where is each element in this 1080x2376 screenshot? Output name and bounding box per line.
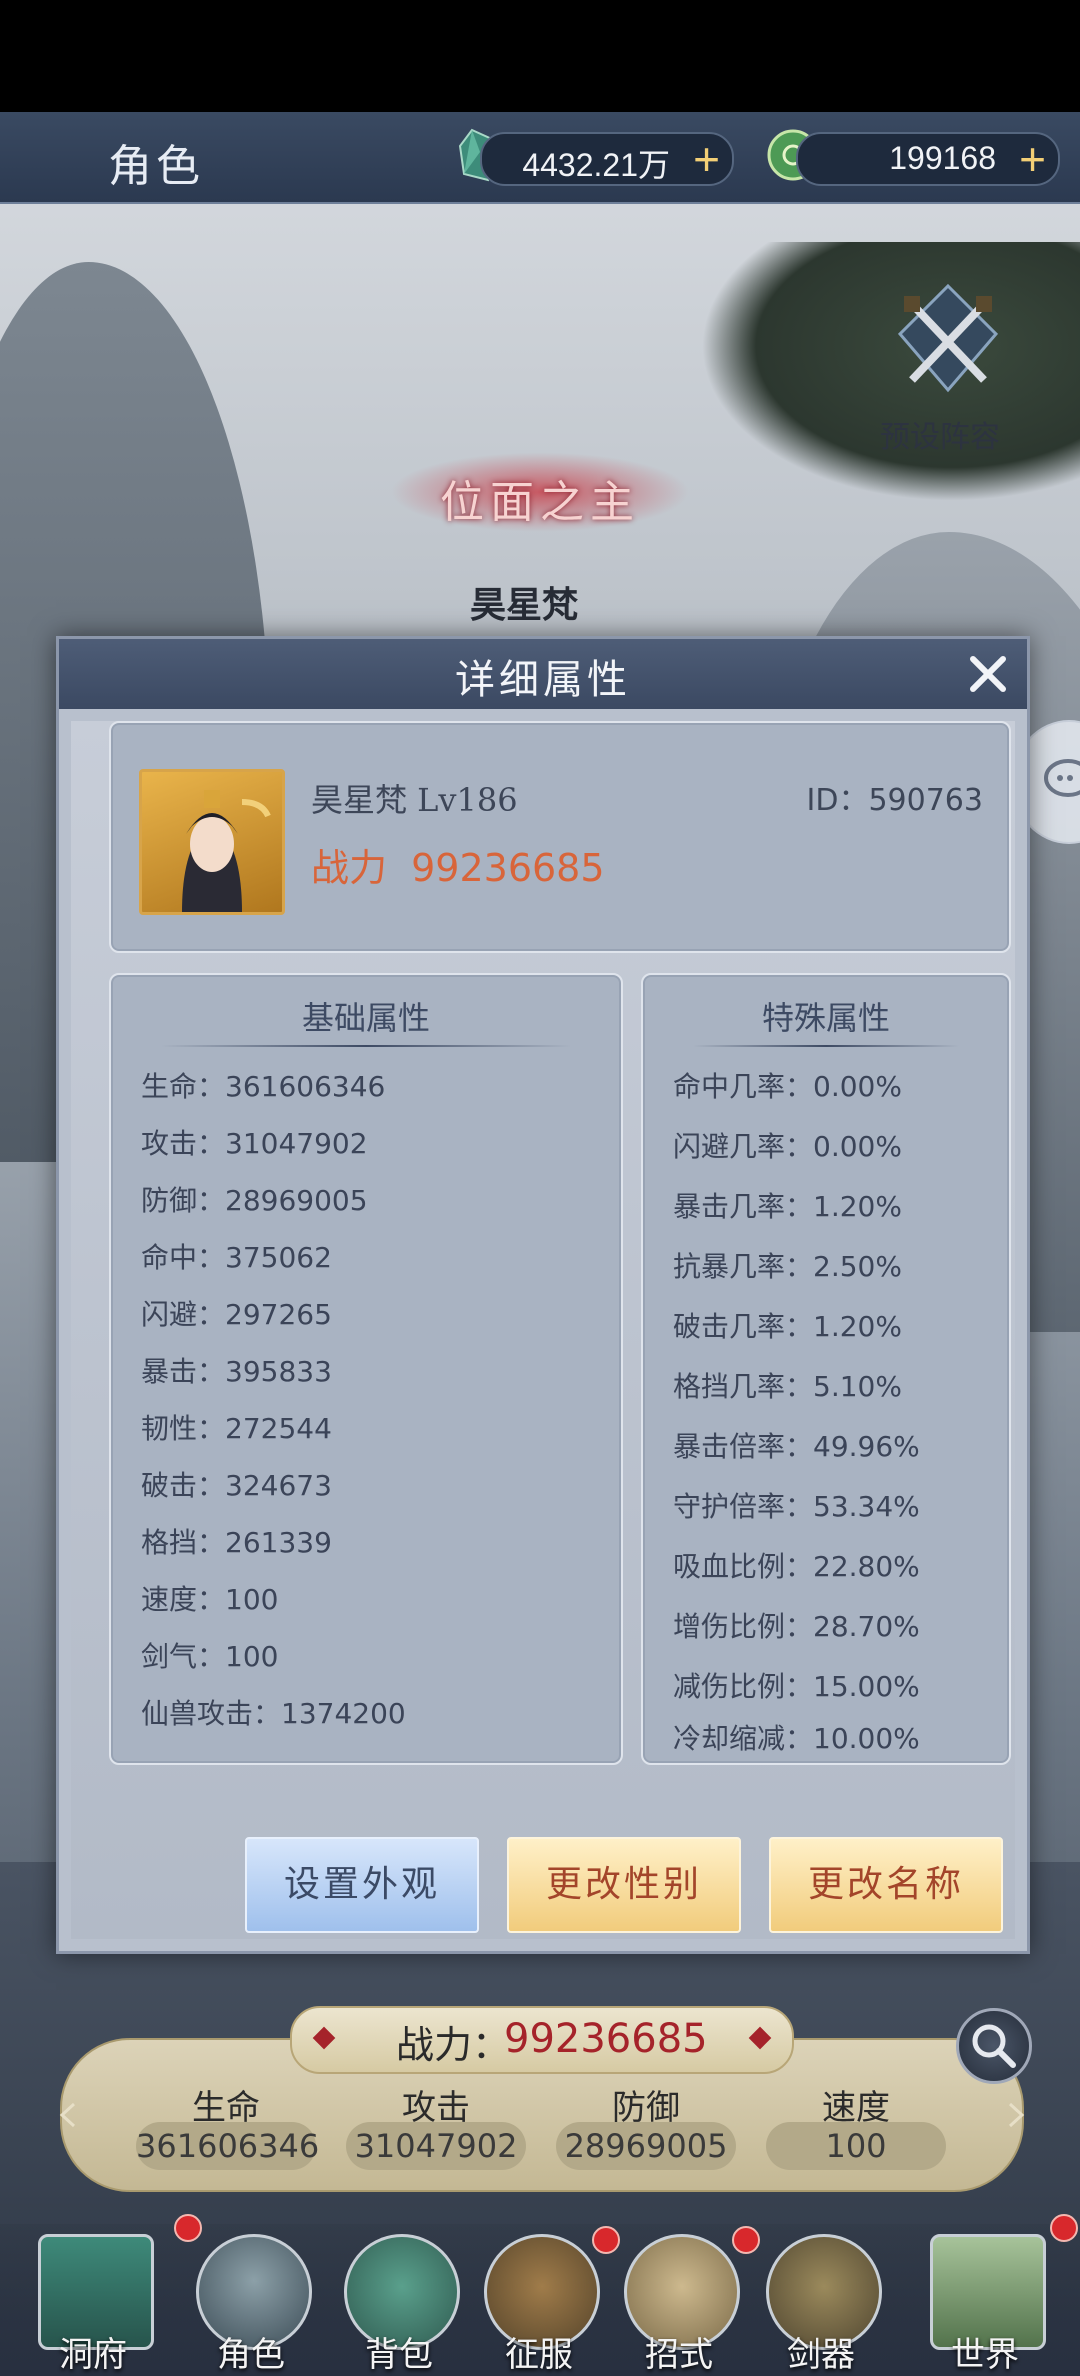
character-name: 昊星梵 — [470, 584, 579, 626]
modal-title: 详细属性 — [455, 657, 631, 703]
character-id: ID：590763 — [806, 783, 983, 818]
preset-lineup-label[interactable]: 预设阵容 — [880, 412, 1000, 456]
bottom-power-banner: 战力： 99236685 — [290, 2006, 794, 2074]
stat-row: 速度：100 — [141, 1583, 279, 1616]
stat-row: 减伤比例：15.00% — [673, 1670, 920, 1703]
set-appearance-button[interactable]: 设置外观 — [245, 1837, 479, 1933]
character-name-level: 昊星梵 Lv186 — [311, 781, 518, 819]
stat-row: 增伤比例：28.70% — [673, 1610, 920, 1643]
modal-header: 详细属性 — [59, 639, 1027, 709]
nav-item-world[interactable]: 世界 — [920, 2228, 1050, 2376]
top-bar: 角色 4432.21万 + 199168 + — [0, 112, 1080, 204]
currency2-pill: 199168 + — [796, 132, 1060, 186]
diamond-ornament — [312, 2026, 336, 2050]
magnifier-icon — [972, 2024, 1016, 2068]
stat-row: 防御：28969005 — [141, 1184, 368, 1217]
currency1-value: 4432.21万 — [522, 147, 670, 183]
stat-row: 吸血比例：22.80% — [673, 1550, 920, 1583]
notification-dot — [174, 2214, 202, 2242]
nav-label: 招式 — [645, 2335, 713, 2375]
page-title: 角色 — [108, 141, 204, 192]
chevron-left-icon[interactable] — [58, 2100, 78, 2130]
nav-label: 背包 — [365, 2335, 433, 2375]
currency1-add-button[interactable]: + — [693, 132, 720, 186]
stat-row: 生命：361606346 — [141, 1070, 386, 1103]
rank-title: 位面之主 — [440, 477, 640, 528]
character-power: 战力 99236685 — [311, 837, 605, 892]
basic-attributes-panel: 基础属性 生命：361606346 攻击：31047902 防御：2896900… — [109, 973, 623, 1765]
change-gender-button[interactable]: 更改性别 — [507, 1837, 741, 1933]
avatar — [139, 769, 285, 915]
bottom-stat-value: 361606346 — [136, 2122, 319, 2170]
character-info-panel: 昊星梵 Lv186 ID：590763 战力 99236685 — [109, 721, 1011, 953]
stat-row: 暴击几率：1.20% — [673, 1190, 902, 1223]
bottom-stat-value: 100 — [766, 2122, 946, 2170]
stat-row: 暴击倍率：49.96% — [673, 1430, 920, 1463]
stat-row: 韧性：272544 — [141, 1412, 332, 1445]
stat-row: 命中：375062 — [141, 1241, 332, 1274]
bottom-stat-value: 31047902 — [346, 2122, 526, 2170]
currency1-pill: 4432.21万 + — [480, 132, 734, 186]
nav-item-weapons[interactable]: 剑器 — [756, 2228, 886, 2376]
nav-label: 角色 — [217, 2335, 285, 2375]
stat-row: 破击几率：1.20% — [673, 1310, 902, 1343]
header-divider — [161, 1045, 571, 1047]
stat-row: 仙兽攻击：1374200 — [141, 1697, 406, 1730]
nav-label: 世界 — [951, 2335, 1019, 2375]
stat-row: 抗暴几率：2.50% — [673, 1250, 902, 1283]
modal-body: 昊星梵 Lv186 ID：590763 战力 99236685 基础属性 生命：… — [71, 721, 1015, 1939]
chat-icon — [1044, 759, 1080, 797]
stat-row: 闪避几率：0.00% — [673, 1130, 902, 1163]
change-name-button[interactable]: 更改名称 — [769, 1837, 1003, 1933]
bottom-stat-value: 28969005 — [556, 2122, 736, 2170]
bottom-power-label: 战力： — [396, 2023, 511, 2067]
special-attributes-panel: 特殊属性 命中几率：0.00% 闪避几率：0.00% 暴击几率：1.20% 抗暴… — [641, 973, 1011, 1765]
currency2-value: 199168 — [889, 140, 996, 176]
stat-row: 攻击：31047902 — [141, 1127, 368, 1160]
stat-row: 守护倍率：53.34% — [673, 1490, 920, 1523]
stat-row: 破击：324673 — [141, 1469, 332, 1502]
stat-row: 格挡几率：5.10% — [673, 1370, 902, 1403]
close-icon[interactable] — [963, 649, 1013, 699]
nav-label: 洞府 — [59, 2335, 127, 2375]
notification-dot — [732, 2226, 760, 2254]
special-attributes-header: 特殊属性 — [761, 999, 890, 1037]
character-portrait — [182, 790, 271, 912]
nav-label: 征服 — [505, 2335, 573, 2375]
nav-item-character[interactable]: 角色 — [186, 2228, 316, 2376]
crossed-swords-icon[interactable] — [888, 280, 1008, 400]
notification-dot — [592, 2226, 620, 2254]
stat-row: 冷却缩减：10.00% — [673, 1722, 920, 1755]
stat-row: 暴击：395833 — [141, 1355, 332, 1388]
stat-row: 闪避：297265 — [141, 1298, 332, 1331]
stat-row: 命中几率：0.00% — [673, 1070, 902, 1103]
nav-item-conquer[interactable]: 征服 — [474, 2228, 604, 2376]
nav-item-cave[interactable]: 洞府 — [28, 2228, 158, 2376]
currency2-add-button[interactable]: + — [1019, 132, 1046, 186]
notification-dot — [1050, 2214, 1078, 2242]
diamond-ornament — [748, 2026, 772, 2050]
bottom-power-value: 99236685 — [504, 2016, 708, 2062]
stat-row: 剑气：100 — [141, 1640, 279, 1673]
header-divider — [693, 1045, 959, 1047]
basic-attributes-header: 基础属性 — [301, 999, 430, 1037]
search-button[interactable] — [956, 2008, 1032, 2084]
power-value: 99236685 — [411, 846, 605, 890]
nav-item-skills[interactable]: 招式 — [614, 2228, 744, 2376]
chevron-right-icon[interactable] — [1006, 2100, 1026, 2130]
power-label: 战力 — [311, 846, 388, 890]
detail-attributes-modal: 详细属性 昊星梵 Lv186 ID：590763 战力 99236685 基础属… — [56, 636, 1030, 1954]
nav-item-bag[interactable]: 背包 — [334, 2228, 464, 2376]
stat-row: 格挡：261339 — [141, 1526, 332, 1559]
nav-label: 剑器 — [787, 2335, 855, 2375]
